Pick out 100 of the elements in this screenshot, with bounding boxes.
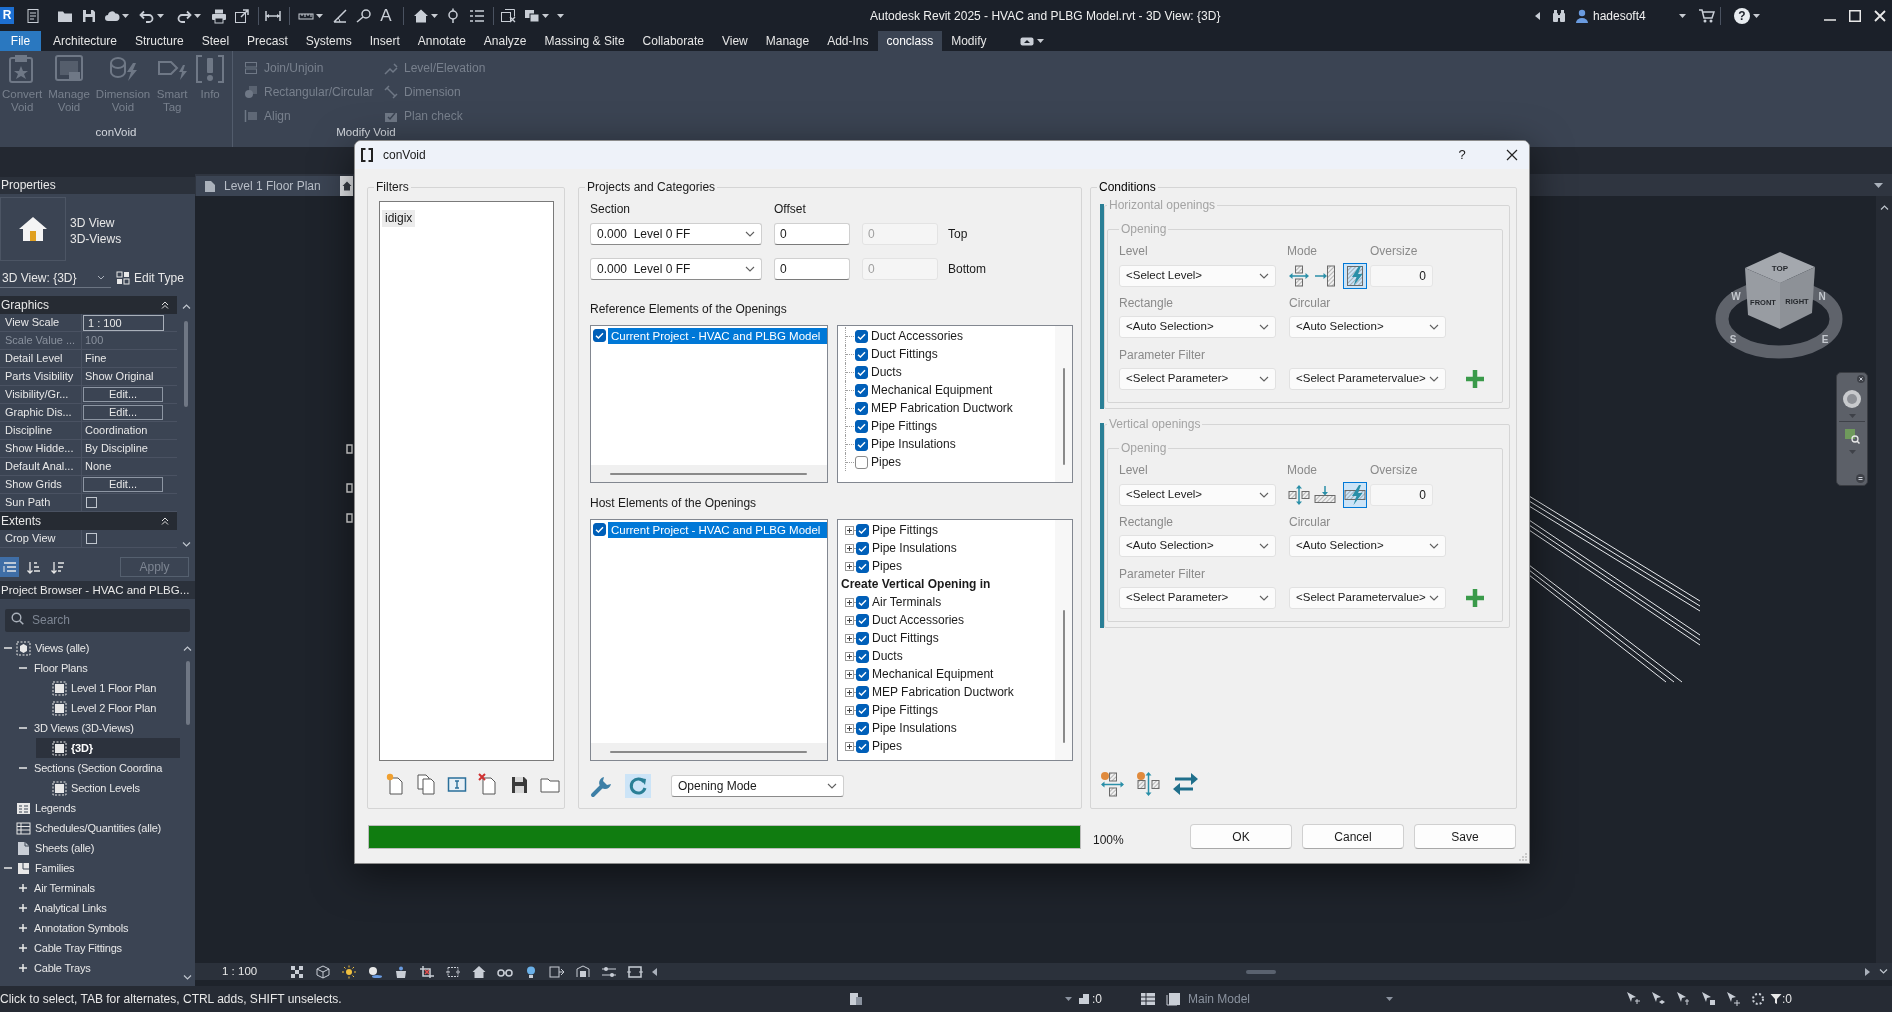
compass-letter[interactable]: N bbox=[1818, 291, 1826, 302]
category-label[interactable]: Duct Accessories bbox=[872, 611, 965, 629]
caret-icon[interactable] bbox=[542, 13, 549, 18]
caret-icon[interactable] bbox=[1036, 39, 1044, 43]
category-label[interactable]: Pipe Fittings bbox=[872, 521, 939, 539]
ribbon-tab[interactable]: Systems bbox=[296, 31, 361, 51]
property-group-header[interactable]: Extents bbox=[0, 512, 177, 530]
cursor-layer-icon[interactable] bbox=[1650, 991, 1666, 1007]
scrollbar-thumb[interactable] bbox=[610, 750, 807, 753]
expand-icon[interactable] bbox=[845, 669, 854, 679]
save-icon[interactable] bbox=[81, 7, 97, 24]
tree-item[interactable]: Views (alle) bbox=[0, 638, 180, 658]
tiled-windows-icon[interactable] bbox=[524, 7, 540, 24]
parameter-dropdown[interactable]: <Select Parameter> bbox=[1119, 587, 1276, 609]
app-logo[interactable]: R bbox=[0, 7, 14, 24]
checker-icon[interactable] bbox=[289, 964, 305, 979]
ribbon-tab[interactable]: conclass bbox=[877, 31, 943, 51]
compass-letter[interactable]: W bbox=[1731, 291, 1741, 302]
project-item[interactable]: Current Project - HVAC and PLBG Model bbox=[608, 327, 827, 344]
rectangle-dropdown[interactable]: <Auto Selection> bbox=[1119, 535, 1276, 557]
caret-icon[interactable] bbox=[157, 13, 164, 18]
checkbox[interactable] bbox=[856, 523, 869, 537]
scroll-down-icon[interactable] bbox=[181, 542, 191, 547]
scrollbar-thumb[interactable] bbox=[185, 661, 190, 725]
scrollbar-thumb[interactable] bbox=[1062, 368, 1065, 465]
house-icon[interactable] bbox=[471, 964, 487, 979]
tree-item[interactable]: Section Levels bbox=[36, 778, 180, 798]
wrench-icon[interactable] bbox=[590, 774, 613, 798]
cursor-face-icon[interactable] bbox=[1700, 991, 1716, 1007]
mode-button[interactable] bbox=[1343, 482, 1367, 508]
document-stack-icon[interactable] bbox=[1166, 992, 1182, 1006]
ribbon-tab[interactable]: Architecture bbox=[44, 31, 127, 51]
ribbon-tab[interactable]: File bbox=[0, 31, 41, 51]
table-icon[interactable] bbox=[1140, 992, 1156, 1006]
category-label[interactable]: Mechanical Equipment bbox=[872, 665, 994, 683]
category-label[interactable]: Ducts bbox=[871, 363, 902, 381]
parameter-dropdown[interactable]: <Select Parameter> bbox=[1119, 368, 1276, 390]
checkbox[interactable] bbox=[855, 347, 868, 361]
ribbon-tab[interactable]: Modify bbox=[942, 31, 996, 51]
tree-item[interactable]: Families bbox=[0, 858, 180, 878]
export-icon[interactable] bbox=[234, 7, 250, 24]
rectangle-handles-icon[interactable] bbox=[627, 964, 643, 979]
edit-button[interactable]: Edit... bbox=[83, 405, 163, 420]
property-group-header[interactable]: Graphics bbox=[0, 296, 177, 314]
rectangle-dropdown[interactable]: <Auto Selection> bbox=[1119, 316, 1276, 338]
ribbon-tab[interactable]: Massing & Site bbox=[535, 31, 634, 51]
delete-document-icon[interactable] bbox=[478, 773, 498, 795]
edit-button[interactable]: Edit... bbox=[83, 387, 163, 402]
caret-icon[interactable] bbox=[557, 13, 564, 18]
oversize-input[interactable]: 0 bbox=[1370, 484, 1433, 506]
circular-dropdown[interactable]: <Auto Selection> bbox=[1289, 535, 1446, 557]
ribbon-tab[interactable]: View bbox=[712, 31, 757, 51]
ribbon-tab[interactable]: Collaborate bbox=[633, 31, 713, 51]
expand-icon[interactable] bbox=[845, 651, 854, 661]
tree-item[interactable]: Level 2 Floor Plan bbox=[36, 698, 180, 718]
cube-icon[interactable] bbox=[315, 964, 331, 979]
maximize-icon[interactable] bbox=[1849, 9, 1861, 22]
tree-item[interactable]: Schedules/Quantities (alle) bbox=[0, 818, 180, 838]
checkbox[interactable] bbox=[856, 541, 869, 555]
refresh-button[interactable] bbox=[625, 774, 651, 798]
compass-letter[interactable]: S bbox=[1729, 334, 1737, 345]
checkbox[interactable] bbox=[593, 329, 606, 342]
category-label[interactable]: Pipe Fittings bbox=[871, 417, 938, 435]
tree-item[interactable]: Sections (Section Coordina bbox=[15, 758, 180, 778]
help-button[interactable]: ? bbox=[1455, 145, 1469, 165]
caret-icon[interactable] bbox=[122, 13, 129, 18]
checkbox[interactable] bbox=[593, 523, 606, 536]
instance-selector[interactable]: 3D View: {3D} bbox=[0, 268, 111, 288]
toggle-icon[interactable] bbox=[1019, 36, 1034, 46]
add-icon[interactable] bbox=[1465, 369, 1485, 389]
checkbox[interactable] bbox=[855, 401, 868, 415]
category-label[interactable]: Duct Fittings bbox=[871, 345, 938, 363]
house-icon[interactable] bbox=[413, 7, 429, 24]
oversize-input[interactable]: 0 bbox=[1370, 265, 1433, 287]
bucket-icon[interactable] bbox=[393, 964, 409, 979]
crop-icon[interactable] bbox=[419, 964, 435, 979]
wall-arrow-dot-icon[interactable] bbox=[1100, 771, 1125, 797]
edit-type-button[interactable]: Edit Type bbox=[116, 269, 184, 287]
checkbox[interactable] bbox=[856, 721, 869, 735]
property-field[interactable]: 1 : 100 bbox=[83, 314, 164, 331]
checkbox[interactable] bbox=[855, 437, 868, 451]
target-icon[interactable] bbox=[445, 7, 461, 24]
mode-button[interactable] bbox=[1343, 263, 1367, 289]
caret-icon[interactable] bbox=[1874, 182, 1883, 188]
category-label[interactable]: Pipe Insulations bbox=[871, 435, 956, 453]
blocks-icon[interactable] bbox=[848, 991, 864, 1007]
scroll-down-icon[interactable] bbox=[1879, 969, 1888, 974]
user-name[interactable]: hadesoft4 bbox=[1593, 6, 1673, 25]
category-label[interactable]: Duct Accessories bbox=[871, 327, 964, 345]
copy-icon[interactable] bbox=[416, 773, 436, 795]
caret-icon[interactable] bbox=[1753, 13, 1760, 18]
view-cube[interactable] bbox=[1715, 252, 1843, 359]
expand-icon[interactable] bbox=[845, 525, 854, 535]
checkbox[interactable] bbox=[855, 419, 868, 433]
search-field[interactable]: Search bbox=[5, 608, 190, 632]
save-button[interactable]: Save bbox=[1414, 824, 1516, 849]
tree-item[interactable]: Legends bbox=[0, 798, 180, 818]
level-dropdown[interactable]: 0.000 Level 0 FF bbox=[590, 223, 762, 245]
tree-item[interactable]: Level 1 Floor Plan bbox=[36, 678, 180, 698]
caret-icon[interactable] bbox=[316, 13, 323, 18]
